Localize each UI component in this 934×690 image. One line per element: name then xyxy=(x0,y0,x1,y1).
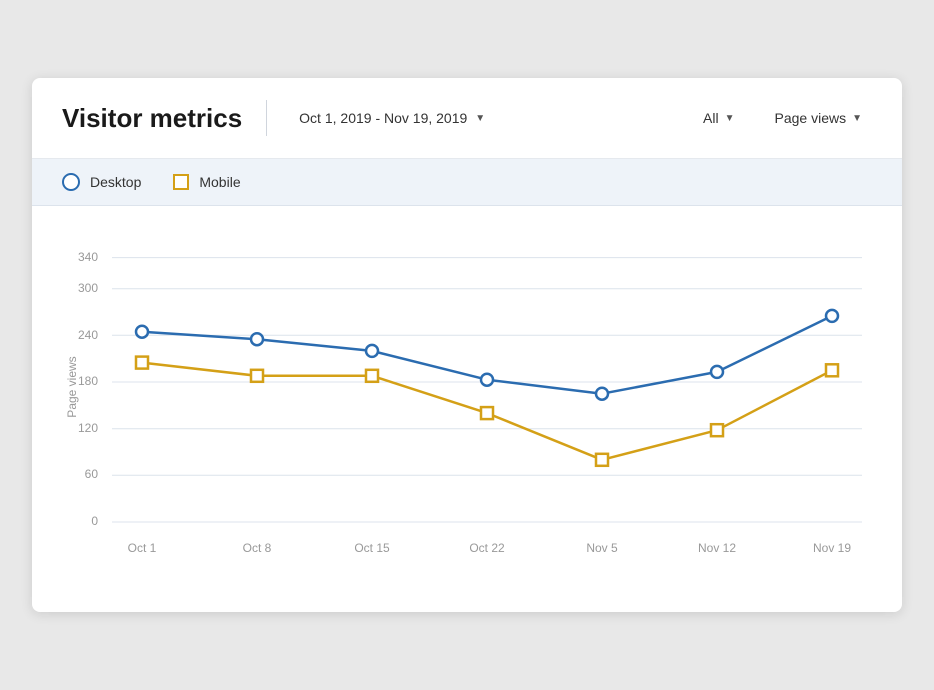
desktop-point-1[interactable] xyxy=(251,333,263,345)
legend-desktop[interactable]: Desktop xyxy=(62,173,141,191)
x-label-nov5: Nov 5 xyxy=(586,541,618,555)
header: Visitor metrics Oct 1, 2019 - Nov 19, 20… xyxy=(32,78,902,159)
y-label-340: 340 xyxy=(78,250,98,264)
y-axis-title: Page views xyxy=(65,356,79,417)
desktop-legend-icon xyxy=(62,173,80,191)
desktop-legend-label: Desktop xyxy=(90,174,141,190)
desktop-point-3[interactable] xyxy=(481,374,493,386)
page-title: Visitor metrics xyxy=(62,103,242,134)
mobile-point-3[interactable] xyxy=(481,407,493,419)
y-label-60: 60 xyxy=(85,467,99,481)
desktop-point-6[interactable] xyxy=(826,310,838,322)
desktop-point-4[interactable] xyxy=(596,388,608,400)
x-label-oct8: Oct 8 xyxy=(243,541,272,555)
mobile-legend-label: Mobile xyxy=(199,174,240,190)
mobile-point-5[interactable] xyxy=(711,424,723,436)
desktop-point-5[interactable] xyxy=(711,366,723,378)
all-filter-label: All xyxy=(703,110,719,126)
x-label-oct1: Oct 1 xyxy=(128,541,157,555)
x-label-nov19: Nov 19 xyxy=(813,541,851,555)
header-divider xyxy=(266,100,267,136)
mobile-point-1[interactable] xyxy=(251,370,263,382)
legend-bar: Desktop Mobile xyxy=(32,159,902,206)
main-card: Visitor metrics Oct 1, 2019 - Nov 19, 20… xyxy=(32,78,902,612)
mobile-point-0[interactable] xyxy=(136,357,148,369)
y-label-240: 240 xyxy=(78,328,98,342)
all-filter-chevron-icon: ▼ xyxy=(725,113,735,124)
y-label-300: 300 xyxy=(78,281,98,295)
mobile-point-4[interactable] xyxy=(596,454,608,466)
page-views-filter-button[interactable]: Page views ▼ xyxy=(765,106,873,130)
all-filter-button[interactable]: All ▼ xyxy=(693,106,744,130)
y-label-180: 180 xyxy=(78,374,98,388)
x-label-nov12: Nov 12 xyxy=(698,541,736,555)
mobile-point-2[interactable] xyxy=(366,370,378,382)
chart-area: 340 300 240 180 120 60 0 Page views Oct … xyxy=(32,206,902,612)
date-range-label: Oct 1, 2019 - Nov 19, 2019 xyxy=(299,110,467,126)
line-chart: 340 300 240 180 120 60 0 Page views Oct … xyxy=(62,222,872,582)
mobile-point-6[interactable] xyxy=(826,364,838,376)
legend-mobile[interactable]: Mobile xyxy=(173,174,240,190)
x-label-oct22: Oct 22 xyxy=(469,541,505,555)
date-range-chevron-icon: ▼ xyxy=(475,113,485,124)
x-label-oct15: Oct 15 xyxy=(354,541,390,555)
desktop-point-2[interactable] xyxy=(366,345,378,357)
desktop-point-0[interactable] xyxy=(136,326,148,338)
y-label-0: 0 xyxy=(91,514,98,528)
y-label-120: 120 xyxy=(78,421,98,435)
date-range-button[interactable]: Oct 1, 2019 - Nov 19, 2019 ▼ xyxy=(291,106,493,130)
page-views-filter-chevron-icon: ▼ xyxy=(852,113,862,124)
page-views-filter-label: Page views xyxy=(775,110,847,126)
mobile-legend-icon xyxy=(173,174,189,190)
